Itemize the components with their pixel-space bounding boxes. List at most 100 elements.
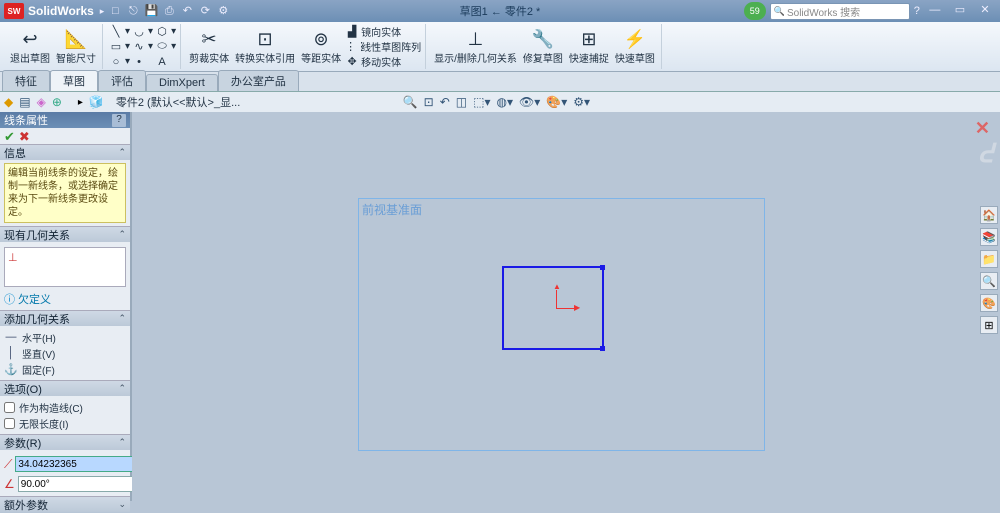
save-icon[interactable]: 💾 [144, 4, 158, 18]
tree-root[interactable]: 零件2 (默认<<默认>_显... [116, 94, 240, 110]
close-button[interactable]: ✕ [974, 3, 996, 19]
minimize-button[interactable]: — [924, 4, 946, 20]
open-icon[interactable]: ⎋ [126, 4, 140, 18]
sketch-endpoint[interactable] [600, 346, 605, 351]
zoom-fit-icon[interactable]: 🔍 [403, 95, 418, 109]
taskpane-custom-icon[interactable]: ⊞ [980, 316, 998, 334]
hide-show-icon[interactable]: 👁▾ [519, 95, 540, 109]
smart-dimension-button[interactable]: 📐智能尺寸 [54, 25, 98, 69]
arc-tool[interactable]: ◡▾ [132, 25, 153, 39]
construction-line-checkbox[interactable]: 作为构造线(C) [4, 399, 126, 415]
plane-label: 前视基准面 [362, 201, 422, 218]
rebuild-icon[interactable]: ⟳ [198, 4, 212, 18]
taskpane-library-icon[interactable]: 📚 [980, 228, 998, 246]
under-defined-status: 欠定义 [4, 291, 126, 307]
relation-horizontal[interactable]: —水平(H) [4, 329, 126, 345]
pm-help-icon[interactable]: ? [112, 114, 126, 127]
fm-tab-4-icon[interactable]: ⊕ [52, 95, 62, 109]
tab-features[interactable]: 特征 [2, 70, 50, 91]
existing-relations-header[interactable]: 现有几何关系⌃ [0, 226, 130, 242]
rectangle-tool[interactable]: ▭▾ [109, 40, 130, 54]
options-icon[interactable]: ⚙ [216, 4, 230, 18]
sketch-endpoint[interactable] [600, 265, 605, 270]
convert-button[interactable]: ⊡转换实体引用 [233, 25, 297, 69]
taskpane-appearance-icon[interactable]: 🎨 [980, 294, 998, 312]
polygon-tool[interactable]: ⬡▾ [155, 25, 176, 39]
move-button[interactable]: ✥移动实体 [345, 55, 421, 69]
view-settings-icon[interactable]: ⚙▾ [573, 95, 590, 109]
mirror-button[interactable]: ▟镜向实体 [345, 25, 421, 39]
new-icon[interactable]: □ [108, 4, 122, 18]
zoom-area-icon[interactable]: ⊡ [424, 95, 434, 109]
fix-icon: ⚓ [4, 363, 18, 376]
info-section-header[interactable]: 信息⌃ [0, 144, 130, 160]
quick-snap-button[interactable]: ⊞快速捕捉 [567, 25, 611, 69]
relation-fix[interactable]: ⚓固定(F) [4, 361, 126, 377]
options-header[interactable]: 选项(O)⌃ [0, 380, 130, 396]
viewport-close-icon[interactable]: ✕ [975, 118, 990, 139]
spline-tool[interactable]: ∿▾ [132, 40, 153, 54]
repair-icon: 🔧 [532, 28, 554, 50]
spline-icon: ∿ [132, 40, 146, 53]
relation-vertical[interactable]: │竖直(V) [4, 345, 126, 361]
convert-icon: ⊡ [258, 28, 273, 50]
taskpane-home-icon[interactable]: 🏠 [980, 206, 998, 224]
fm-tab-2-icon[interactable]: ▤ [19, 95, 30, 109]
taskpane-explorer-icon[interactable]: 📁 [980, 250, 998, 268]
parameters-header[interactable]: 参数(R)⌃ [0, 434, 130, 450]
collapse-icon: ⌃ [118, 229, 126, 240]
tab-office[interactable]: 办公室产品 [218, 70, 299, 91]
maximize-button[interactable]: ▭ [949, 3, 971, 19]
repair-sketch-button[interactable]: 🔧修复草图 [521, 25, 565, 69]
view-orient-icon[interactable]: ⬚▾ [473, 95, 490, 109]
prev-view-icon[interactable]: ↶ [440, 95, 450, 109]
exit-sketch-button[interactable]: ↩退出草图 [8, 25, 52, 69]
collapse-icon: ⌃ [118, 383, 126, 394]
taskpane-view-icon[interactable]: 🔍 [980, 272, 998, 290]
add-relations-header[interactable]: 添加几何关系⌃ [0, 310, 130, 326]
section-view-icon[interactable]: ◫ [456, 95, 467, 109]
undo-icon[interactable]: ↶ [180, 4, 194, 18]
exit-sketch-icon: ↩ [22, 28, 37, 50]
window-controls: — ▭ ✕ [924, 3, 996, 20]
search-input[interactable]: SolidWorks 搜索 [770, 3, 910, 20]
infinite-length-checkbox[interactable]: 无限长度(I) [4, 415, 126, 431]
collapse-icon: ⌃ [118, 147, 126, 158]
main-area: 线条属性 ? ✔ ✖ 信息⌃ 编辑当前线条的设定，绘制一新线条，或选择确定来为下… [0, 112, 1000, 501]
circle-tool[interactable]: ○▾ [109, 55, 130, 69]
ds-logo-icon: ᕍ [978, 138, 994, 169]
show-delete-relations-button[interactable]: ⊥显示/删除几何关系 [432, 25, 519, 69]
offset-button[interactable]: ⊚等距实体 [299, 25, 343, 69]
display-style-icon[interactable]: ◍▾ [496, 95, 513, 109]
notification-badge[interactable]: 59 [744, 2, 766, 20]
fm-tab-1-icon[interactable]: ◆ [4, 95, 13, 109]
tab-evaluate[interactable]: 评估 [98, 70, 146, 91]
pm-title-bar: 线条属性 ? [0, 112, 130, 128]
tab-dimxpert[interactable]: DimXpert [146, 74, 218, 91]
text-tool[interactable]: A [155, 55, 176, 69]
line-tool[interactable]: ╲▾ [109, 25, 130, 39]
polygon-icon: ⬡ [155, 25, 169, 38]
ok-button[interactable]: ✔ [4, 129, 15, 143]
trim-button[interactable]: ✂剪裁实体 [187, 25, 231, 69]
ellipse-tool[interactable]: ⬭▾ [155, 40, 176, 54]
existing-relations-list[interactable] [4, 247, 126, 287]
length-icon: ⟋ [4, 457, 12, 472]
rapid-icon: ⚡ [624, 28, 646, 50]
tab-sketch[interactable]: 草图 [50, 70, 98, 91]
point-icon: • [132, 56, 146, 68]
help-icon[interactable]: ? [914, 5, 920, 17]
cancel-button[interactable]: ✖ [19, 129, 30, 143]
graphics-viewport[interactable]: ✕ ᕍ 前视基准面 ▲ ▶ 🏠 📚 📁 🔍 🎨 ⊞ [132, 112, 1000, 501]
sketch-rectangle[interactable] [502, 266, 604, 350]
scene-icon[interactable]: 🎨▾ [546, 95, 567, 109]
pattern-button[interactable]: ⋮⋮线性草图阵列 [345, 40, 421, 54]
rapid-sketch-button[interactable]: ⚡快速草图 [613, 25, 657, 69]
offset-icon: ⊚ [314, 28, 329, 50]
text-icon: A [155, 56, 169, 68]
extra-params-header[interactable]: 额外参数⌄ [0, 496, 130, 512]
point-tool[interactable]: • [132, 55, 153, 69]
print-icon[interactable]: ⎙ [162, 4, 176, 18]
fm-tab-3-icon[interactable]: ◈ [37, 95, 46, 109]
app-menu-arrow-icon[interactable]: ▸ [100, 6, 105, 17]
